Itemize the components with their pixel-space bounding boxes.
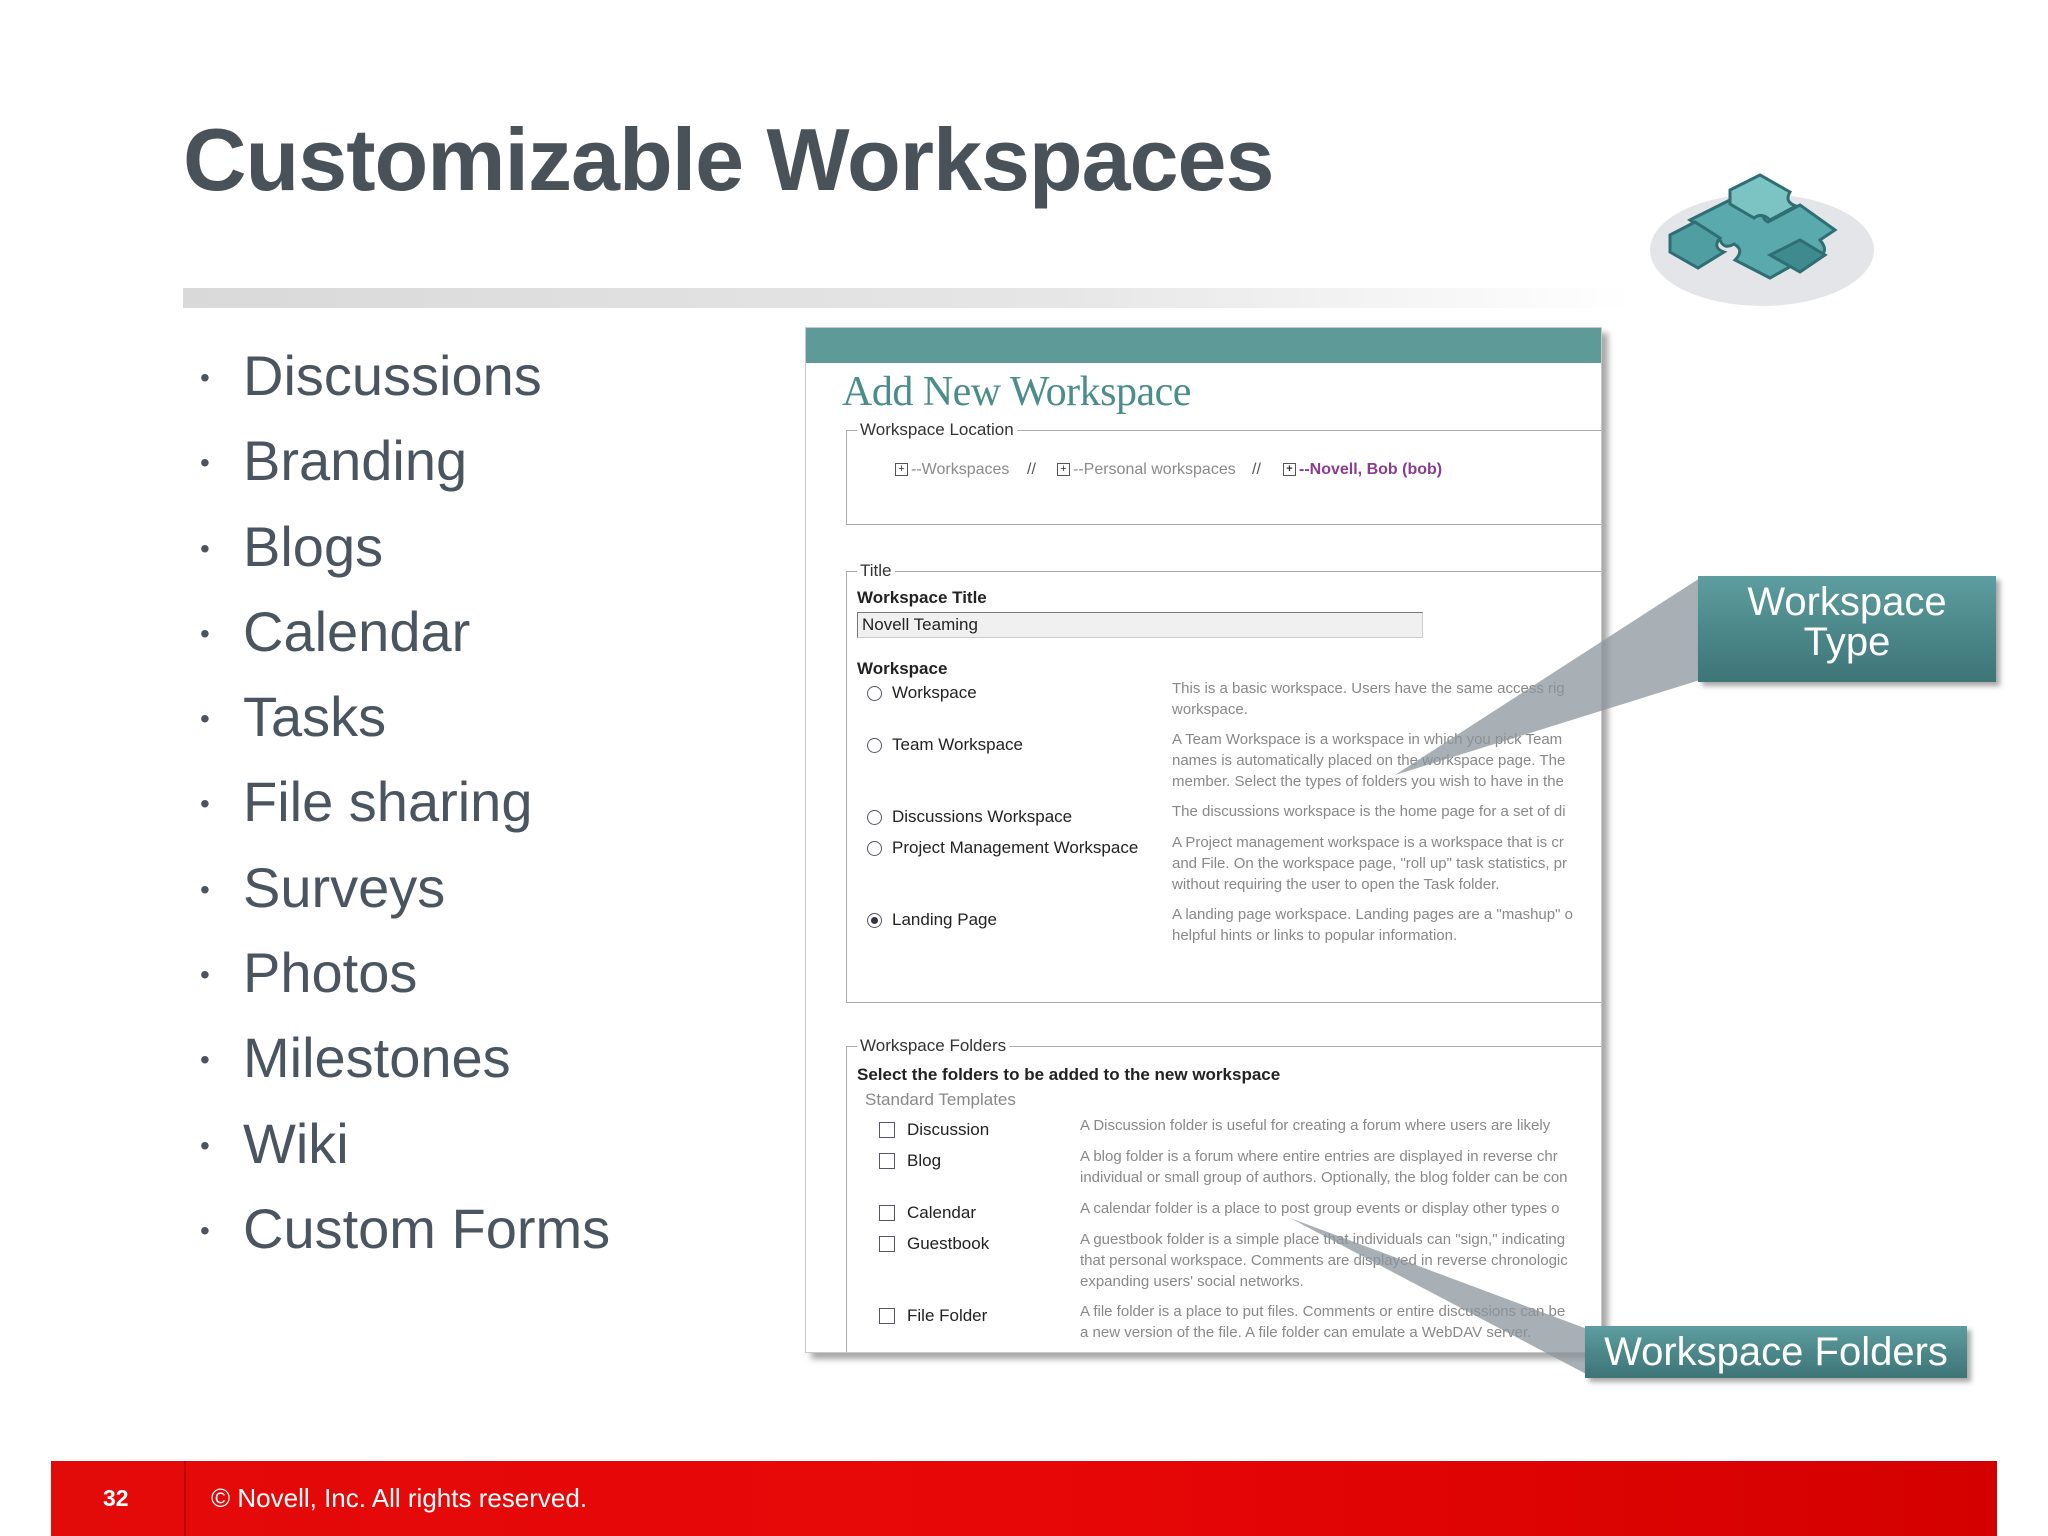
expand-icon[interactable]: + bbox=[1283, 463, 1296, 477]
footer-bar: 32 © Novell, Inc. All rights reserved. bbox=[51, 1461, 1997, 1536]
list-item: Custom Forms bbox=[200, 1193, 610, 1278]
title-underline bbox=[183, 288, 1633, 308]
radio-button-selected[interactable] bbox=[867, 912, 882, 928]
folders-instruction: Select the folders to be added to the ne… bbox=[857, 1065, 1281, 1084]
folder-description: A calendar folder is a place to post gro… bbox=[1080, 1200, 1560, 1217]
breadcrumb-separator: // bbox=[1027, 461, 1036, 478]
folder-description: A Discussion folder is useful for creati… bbox=[1080, 1117, 1551, 1134]
checkbox[interactable] bbox=[879, 1153, 895, 1169]
list-item: Surveys bbox=[200, 852, 610, 937]
checkbox[interactable] bbox=[879, 1122, 895, 1138]
workspace-type-callout: Workspace Type bbox=[1698, 576, 1996, 682]
checkbox-discussion[interactable]: Discussion bbox=[879, 1120, 989, 1140]
list-item: Discussions bbox=[200, 340, 610, 425]
radio-team-workspace[interactable]: Team Workspace bbox=[867, 735, 1023, 755]
expand-icon[interactable]: + bbox=[895, 463, 908, 477]
list-item: Tasks bbox=[200, 681, 610, 766]
workspace-location-legend: Workspace Location bbox=[857, 420, 1017, 440]
expand-icon[interactable]: + bbox=[1057, 463, 1070, 477]
radio-discussions-workspace[interactable]: Discussions Workspace bbox=[867, 807, 1072, 827]
checkbox-calendar[interactable]: Calendar bbox=[879, 1203, 976, 1223]
workspace-folders-legend: Workspace Folders bbox=[857, 1036, 1010, 1056]
workspace-type-label: Workspace bbox=[857, 659, 948, 678]
option-description: A Project management workspace is a work… bbox=[1172, 834, 1567, 893]
workspace-title-label: Workspace Title bbox=[857, 588, 987, 607]
page-number: 32 bbox=[103, 1485, 129, 1511]
feature-list: Discussions Branding Blogs Calendar Task… bbox=[200, 340, 610, 1278]
radio-button[interactable] bbox=[867, 809, 882, 825]
list-item: Wiki bbox=[200, 1108, 610, 1193]
footer-divider bbox=[184, 1461, 186, 1536]
radio-button[interactable] bbox=[867, 840, 882, 856]
option-description: This is a basic workspace. Users have th… bbox=[1172, 680, 1565, 718]
folder-description: A file folder is a place to put files. C… bbox=[1080, 1303, 1566, 1341]
workspace-folders-callout: Workspace Folders bbox=[1585, 1326, 1967, 1378]
workspace-title-input[interactable]: Novell Teaming bbox=[857, 612, 1423, 638]
workspace-location-group: Workspace Location + --Workspaces // + --P… bbox=[846, 420, 1601, 525]
checkbox[interactable] bbox=[879, 1205, 895, 1221]
title-group: Title Workspace Title Novell Teaming Wor… bbox=[846, 561, 1601, 1003]
panel-header-bar bbox=[806, 328, 1601, 363]
list-item: Photos bbox=[200, 937, 610, 1022]
slide-title: Customizable Workspaces bbox=[183, 110, 1274, 209]
breadcrumb-personal-workspaces[interactable]: + --Personal workspaces bbox=[1057, 461, 1236, 479]
folder-description: A blog folder is a forum where entire en… bbox=[1080, 1148, 1568, 1186]
puzzle-pieces-icon bbox=[1650, 173, 1874, 306]
list-item: Milestones bbox=[200, 1022, 610, 1107]
title-legend: Title bbox=[857, 561, 895, 581]
checkbox-file-folder[interactable]: File Folder bbox=[879, 1306, 987, 1326]
checkbox[interactable] bbox=[879, 1236, 895, 1252]
list-item: File sharing bbox=[200, 766, 610, 851]
list-item: Calendar bbox=[200, 596, 610, 681]
radio-button[interactable] bbox=[867, 685, 882, 701]
list-item: Blogs bbox=[200, 511, 610, 596]
checkbox-guestbook[interactable]: Guestbook bbox=[879, 1234, 989, 1254]
list-item: Branding bbox=[200, 425, 610, 510]
standard-templates-label: Standard Templates bbox=[865, 1090, 1016, 1109]
radio-workspace[interactable]: Workspace bbox=[867, 683, 977, 703]
option-description: A landing page workspace. Landing pages … bbox=[1172, 906, 1573, 944]
panel-heading: Add New Workspace bbox=[842, 369, 1191, 415]
radio-landing-page[interactable]: Landing Page bbox=[867, 910, 997, 930]
breadcrumb-workspaces[interactable]: + --Workspaces bbox=[895, 461, 1009, 479]
copyright-notice: © Novell, Inc. All rights reserved. bbox=[211, 1483, 588, 1513]
add-workspace-screenshot: Add New Workspace Workspace Location + --… bbox=[805, 327, 1602, 1353]
radio-project-management-workspace[interactable]: Project Management Workspace bbox=[867, 838, 1138, 858]
breadcrumb-separator: // bbox=[1252, 461, 1261, 478]
option-description: A Team Workspace is a workspace in which… bbox=[1172, 731, 1566, 790]
radio-button[interactable] bbox=[867, 737, 882, 753]
checkbox[interactable] bbox=[879, 1308, 895, 1324]
breadcrumb-user[interactable]: + --Novell, Bob (bob) bbox=[1283, 461, 1442, 479]
checkbox-blog[interactable]: Blog bbox=[879, 1151, 941, 1171]
workspace-folders-group: Workspace Folders Select the folders to … bbox=[846, 1036, 1601, 1352]
option-description: The discussions workspace is the home pa… bbox=[1172, 803, 1566, 820]
folder-description: A guestbook folder is a simple place tha… bbox=[1080, 1231, 1568, 1290]
